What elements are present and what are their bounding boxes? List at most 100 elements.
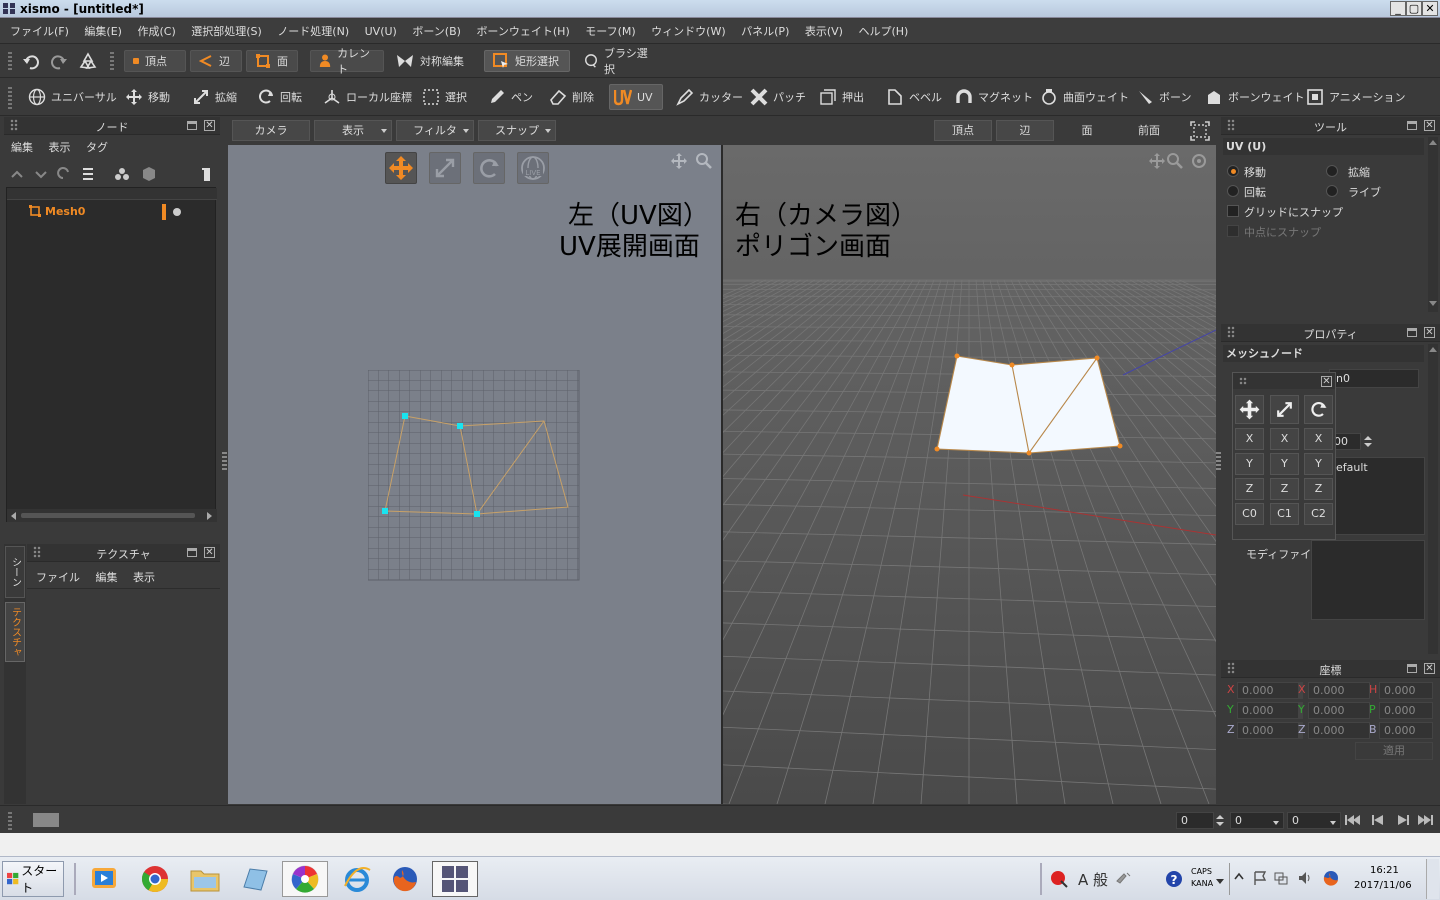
toolpad-scale-button[interactable] bbox=[1270, 395, 1299, 424]
firefox-tray-icon[interactable] bbox=[1322, 869, 1340, 887]
scroll-right-icon[interactable] bbox=[207, 512, 212, 520]
scroll-up-icon[interactable] bbox=[1429, 140, 1437, 145]
rot-b-field[interactable]: 0.000 bbox=[1379, 722, 1433, 739]
picasa-app[interactable] bbox=[282, 861, 328, 897]
menu-window[interactable]: ウィンドウ(W) bbox=[645, 19, 731, 44]
start-button[interactable]: スタート bbox=[2, 861, 64, 897]
uv-scale-button[interactable] bbox=[429, 152, 461, 184]
toolpad-move-button[interactable] bbox=[1235, 395, 1264, 424]
toolpad-move-y[interactable]: Y bbox=[1235, 453, 1264, 475]
toolpad-close-icon[interactable]: ✕ bbox=[1321, 376, 1332, 387]
spin-arrows-icon[interactable] bbox=[1362, 433, 1374, 450]
tool-pen[interactable]: ペン bbox=[484, 84, 537, 110]
tree-item-mesh0[interactable]: Mesh0 bbox=[7, 202, 217, 222]
menu-edit[interactable]: 編集(E) bbox=[78, 19, 128, 44]
panel-minimize-icon[interactable] bbox=[1407, 328, 1417, 337]
scale-y-field[interactable]: 0.000 bbox=[1308, 702, 1370, 719]
scroll-down-icon[interactable] bbox=[1429, 301, 1437, 306]
tool-cutter[interactable]: カッター bbox=[672, 84, 747, 110]
panel-close-icon[interactable]: ✕ bbox=[1424, 663, 1435, 674]
scroll-thumb[interactable] bbox=[21, 513, 195, 518]
toolpad-c1[interactable]: C1 bbox=[1270, 503, 1299, 525]
toolpad-scale-x[interactable]: X bbox=[1270, 428, 1299, 450]
timeline-swatch[interactable] bbox=[33, 813, 59, 827]
tool-scale[interactable]: 拡縮 bbox=[188, 84, 241, 110]
panel-close-icon[interactable]: ✕ bbox=[1424, 327, 1435, 338]
scale-z-field[interactable]: 0.000 bbox=[1308, 722, 1370, 739]
uv-rotate-button[interactable] bbox=[473, 152, 505, 184]
vertex-mode-button[interactable]: 頂点 bbox=[124, 50, 186, 72]
camera-view[interactable]: 右（カメラ図） ポリゴン画面 bbox=[723, 145, 1216, 804]
tool-bone-weight[interactable]: ボーンウェイト bbox=[1201, 84, 1308, 110]
menu-create[interactable]: 作成(C) bbox=[131, 19, 181, 44]
node-name-field[interactable]: n0 bbox=[1329, 369, 1419, 388]
minimize-button[interactable]: _ bbox=[1390, 1, 1406, 16]
toolbar-grip-2[interactable] bbox=[110, 52, 114, 72]
panel-minimize-icon[interactable] bbox=[1407, 121, 1417, 130]
uv-live-button[interactable]: LIVE bbox=[517, 152, 549, 184]
node-tool-icons[interactable] bbox=[10, 166, 210, 182]
toolpad-header[interactable]: ✕ bbox=[1233, 373, 1335, 389]
toolpad-rotate-x[interactable]: X bbox=[1304, 428, 1333, 450]
panel-minimize-icon[interactable] bbox=[187, 548, 197, 557]
network-icon[interactable] bbox=[1273, 870, 1289, 886]
texture-menu-edit[interactable]: 編集 bbox=[96, 571, 118, 584]
texture-menu-view[interactable]: 表示 bbox=[133, 571, 155, 584]
tool-bone[interactable]: ボーン bbox=[1132, 84, 1195, 110]
tool-universal[interactable]: ユニバーサル bbox=[24, 84, 121, 110]
toolpad-rotate-button[interactable] bbox=[1304, 395, 1333, 424]
node-tree[interactable]: Mesh0 bbox=[6, 187, 217, 522]
tool-select[interactable]: 選択 bbox=[418, 84, 471, 110]
menu-panel[interactable]: パネル(P) bbox=[735, 19, 795, 44]
face-mode-button[interactable]: 面 bbox=[246, 50, 298, 72]
toolpad-c2[interactable]: C2 bbox=[1304, 503, 1333, 525]
modifier-list[interactable] bbox=[1311, 540, 1425, 620]
frame-field[interactable]: 0 bbox=[1176, 812, 1214, 829]
xismo-app[interactable] bbox=[432, 861, 478, 897]
toolbar-grip-3[interactable] bbox=[8, 87, 12, 109]
toolbar-grip[interactable] bbox=[8, 52, 12, 72]
vp-face-button[interactable]: 面 bbox=[1058, 120, 1116, 141]
rot-p-field[interactable]: 0.000 bbox=[1379, 702, 1433, 719]
brush-select-button[interactable]: ブラシ選択 bbox=[576, 47, 660, 76]
ime-icon[interactable] bbox=[1049, 869, 1069, 889]
grid-snap-checkbox[interactable] bbox=[1227, 205, 1239, 217]
toolpad-grip[interactable] bbox=[1239, 377, 1247, 385]
toolpad-scale-y[interactable]: Y bbox=[1270, 453, 1299, 475]
visibility-dot-icon[interactable] bbox=[173, 208, 181, 216]
tool-surface-weight[interactable]: 曲面ウェイト bbox=[1036, 84, 1133, 110]
tool-uv[interactable]: UV bbox=[609, 84, 663, 110]
radio-scale[interactable] bbox=[1326, 165, 1338, 177]
menu-node[interactable]: ノード処理(N) bbox=[271, 19, 355, 44]
clock-date[interactable]: 2017/11/06 bbox=[1354, 880, 1412, 891]
rect-select-button[interactable]: 矩形選択 bbox=[484, 50, 570, 72]
filter-menu[interactable]: フィルタ bbox=[396, 120, 474, 141]
pos-x-field[interactable]: 0.000 bbox=[1237, 682, 1299, 699]
uv-grid[interactable] bbox=[368, 370, 580, 581]
panel-minimize-icon[interactable] bbox=[1407, 664, 1417, 673]
range-start-select[interactable]: 0 bbox=[1230, 812, 1284, 829]
uv-move-button[interactable] bbox=[385, 152, 417, 184]
pan-icon[interactable] bbox=[1149, 153, 1165, 169]
radio-move[interactable] bbox=[1227, 165, 1239, 177]
media-player-app[interactable] bbox=[82, 861, 128, 897]
tool-magnet[interactable]: マグネット bbox=[951, 84, 1037, 110]
maximize-button[interactable]: ▢ bbox=[1406, 1, 1422, 16]
toolpad-move-z[interactable]: Z bbox=[1235, 478, 1264, 500]
toolpad-rotate-y[interactable]: Y bbox=[1304, 453, 1333, 475]
status-grip[interactable] bbox=[8, 812, 12, 830]
flag-icon[interactable] bbox=[1252, 870, 1268, 886]
spin-arrows-icon[interactable] bbox=[1215, 812, 1225, 829]
midpoint-snap-checkbox[interactable] bbox=[1227, 225, 1239, 237]
playback-controls[interactable] bbox=[1345, 813, 1437, 827]
toolpad-move-x[interactable]: X bbox=[1235, 428, 1264, 450]
show-hidden-icons-icon[interactable] bbox=[1234, 871, 1244, 883]
tool-patch[interactable]: パッチ bbox=[746, 84, 810, 110]
symmetry-edit-button[interactable]: 対称編集 bbox=[388, 50, 476, 72]
pos-y-field[interactable]: 0.000 bbox=[1237, 702, 1299, 719]
tool-bevel[interactable]: ベベル bbox=[882, 84, 946, 110]
zoom-icon[interactable] bbox=[1166, 152, 1184, 170]
tool-extrude[interactable]: 押出 bbox=[815, 84, 868, 110]
tab-scene[interactable]: シーン bbox=[5, 546, 25, 598]
menu-file[interactable]: ファイル(F) bbox=[4, 19, 75, 44]
